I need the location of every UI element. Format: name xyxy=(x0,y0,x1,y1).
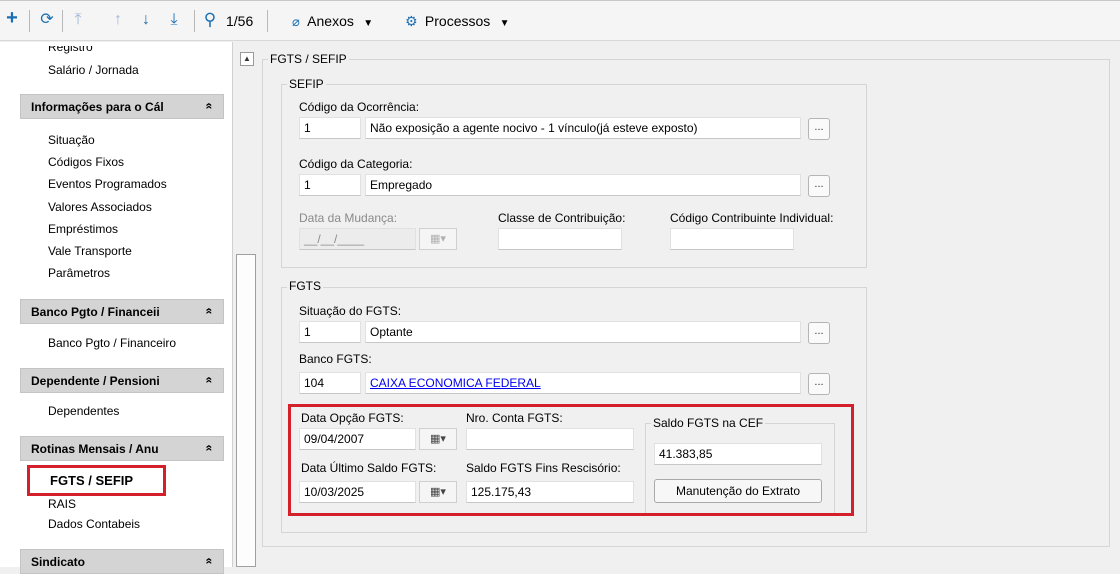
sidebar-item-rais[interactable]: RAIS xyxy=(48,497,76,511)
occurrence-code-input[interactable]: 1 xyxy=(299,117,361,139)
section-title: Dependente / Pensioni xyxy=(31,374,160,388)
fgts-bank-lookup-button[interactable]: ... xyxy=(808,373,830,395)
sidebar-item-emprestimos[interactable]: Empréstimos xyxy=(48,222,118,236)
sidebar-item-eventos-programados[interactable]: Eventos Programados xyxy=(48,177,167,191)
chevron-down-icon: ▼ xyxy=(499,18,510,29)
last-record-icon[interactable]: ⤓ xyxy=(166,11,182,29)
toolbar-separator xyxy=(267,10,268,32)
fgts-status-description-field: Optante xyxy=(365,321,801,343)
sidebar-item-salario-jornada[interactable]: Salário / Jornada xyxy=(48,63,139,77)
sidebar-section-header[interactable]: Rotinas Mensais / Anu « xyxy=(20,436,224,461)
annotation-highlight-box xyxy=(288,404,854,516)
sefip-legend: SEFIP xyxy=(287,77,326,91)
occurrence-code-label: Código da Ocorrência: xyxy=(299,100,420,114)
refresh-icon[interactable]: ⟳ xyxy=(39,11,55,29)
next-record-icon[interactable]: ↓ xyxy=(138,11,154,29)
occurrence-description-field: Não exposição a agente nocivo - 1 víncul… xyxy=(365,117,801,139)
fgts-status-code-input[interactable]: 1 xyxy=(299,321,361,343)
chevron-up-icon[interactable]: « xyxy=(203,445,217,452)
category-lookup-button[interactable]: ... xyxy=(808,175,830,197)
sidebar-section-header[interactable]: Dependente / Pensioni « xyxy=(20,368,224,393)
sidebar-item-dependentes[interactable]: Dependentes xyxy=(48,404,119,418)
individual-contributor-code-input[interactable] xyxy=(670,228,794,250)
sidebar-item-situacao[interactable]: Situação xyxy=(48,133,95,147)
chevron-up-icon[interactable]: « xyxy=(203,377,217,384)
sidebar-item-codigos-fixos[interactable]: Códigos Fixos xyxy=(48,155,124,169)
change-date-input[interactable]: __/__/____ xyxy=(299,228,416,250)
sidebar-item-vale-transporte[interactable]: Vale Transporte xyxy=(48,244,132,258)
category-code-label: Código da Categoria: xyxy=(299,157,413,171)
chevron-up-icon[interactable]: « xyxy=(203,103,217,110)
fgts-bank-label: Banco FGTS: xyxy=(299,352,372,366)
collapse-button[interactable]: ▲ xyxy=(240,52,254,66)
category-code-input[interactable]: 1 xyxy=(299,174,361,196)
sidebar-item-dados-contabeis[interactable]: Dados Contabeis xyxy=(48,517,140,531)
chevron-down-icon: ▼ xyxy=(363,18,374,29)
fgts-status-lookup-button[interactable]: ... xyxy=(808,322,830,344)
sidebar-item-valores-associados[interactable]: Valores Associados xyxy=(48,200,152,214)
chevron-up-icon[interactable]: « xyxy=(203,558,217,565)
fgts-bank-name-field[interactable]: CAIXA ECONOMICA FEDERAL xyxy=(365,372,801,394)
toolbar-separator xyxy=(194,10,195,32)
add-icon[interactable]: + xyxy=(4,8,20,28)
individual-contributor-code-label: Código Contribuinte Individual: xyxy=(670,211,834,225)
processes-label: Processos xyxy=(424,13,491,29)
fgts-status-label: Situação do FGTS: xyxy=(299,304,402,318)
sidebar-scrollbar[interactable] xyxy=(236,254,256,567)
section-title: Banco Pgto / Financeii xyxy=(31,305,160,319)
sidebar-item-registro[interactable]: Registro xyxy=(48,46,93,54)
toolbar-separator xyxy=(29,10,30,32)
occurrence-lookup-button[interactable]: ... xyxy=(808,118,830,140)
fgts-bank-name-link[interactable]: CAIXA ECONOMICA FEDERAL xyxy=(370,376,541,390)
calendar-icon[interactable]: ▦▾ xyxy=(419,228,457,250)
section-title: Informações para o Cál xyxy=(31,100,164,114)
previous-record-icon[interactable]: ↑ xyxy=(110,11,126,29)
sidebar-item-parametros[interactable]: Parâmetros xyxy=(48,266,110,280)
change-date-label: Data da Mudança: xyxy=(299,211,398,225)
first-record-icon[interactable]: ⤒ xyxy=(70,11,86,29)
gear-icon: ⚙ xyxy=(405,13,418,29)
chevron-up-icon[interactable]: « xyxy=(203,308,217,315)
paperclip-icon: ⌀ xyxy=(292,14,300,29)
fgts-legend: FGTS xyxy=(287,279,323,293)
sidebar: Registro Salário / Jornada Informações p… xyxy=(0,42,233,574)
search-icon[interactable]: ⚲ xyxy=(202,11,218,29)
sidebar-item-banco-pgto[interactable]: Banco Pgto / Financeiro xyxy=(48,336,176,350)
section-title: Rotinas Mensais / Anu xyxy=(31,442,159,456)
category-description-field: Empregado xyxy=(365,174,801,196)
toolbar: + ⟳ ⤒ ↑ ↓ ⤓ ⚲ 1/56 ⌀ Anexos ▼ ⚙ Processo… xyxy=(0,0,1120,41)
contribution-class-input[interactable] xyxy=(498,228,622,250)
record-counter: 1/56 xyxy=(226,13,254,29)
contribution-class-label: Classe de Contribuição: xyxy=(498,211,626,225)
sidebar-section-header[interactable]: Sindicato « xyxy=(20,549,224,574)
attachments-menu[interactable]: ⌀ Anexos ▼ xyxy=(292,13,373,31)
sidebar-section-header[interactable]: Informações para o Cál « xyxy=(20,94,224,119)
selection-highlight xyxy=(27,465,166,496)
toolbar-separator xyxy=(62,10,63,32)
page-title: FGTS / SEFIP xyxy=(268,52,349,66)
sidebar-section-header[interactable]: Banco Pgto / Financeii « xyxy=(20,299,224,324)
processes-menu[interactable]: ⚙ Processos ▼ xyxy=(405,13,510,31)
fgts-bank-code-input[interactable]: 104 xyxy=(299,372,361,394)
attachments-label: Anexos xyxy=(307,13,354,29)
